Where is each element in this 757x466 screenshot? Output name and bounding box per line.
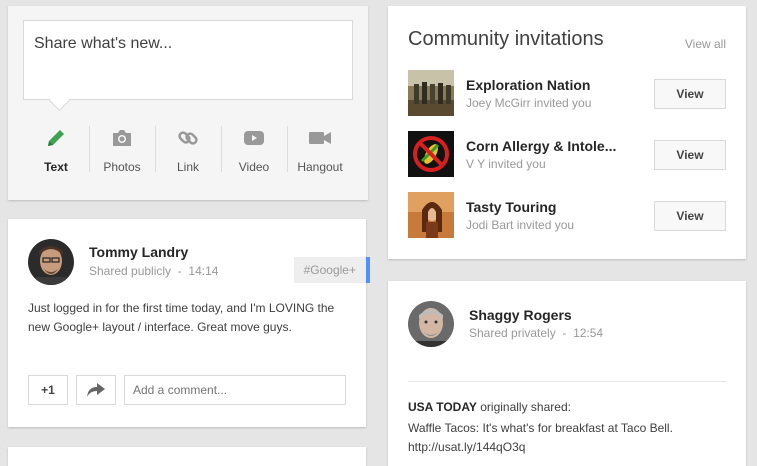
post-meta: Shared privately - 12:54 — [469, 326, 603, 340]
view-community-button[interactable]: View — [654, 140, 726, 170]
community-invitations-title: Community invitations — [408, 28, 604, 50]
share-action-label: Text — [44, 160, 68, 174]
reshare-text: Waffle Tacos: It's what's for breakfast … — [408, 421, 673, 454]
post-divider — [408, 381, 726, 382]
share-actions: Text Photos Link Video Hangout — [23, 124, 353, 176]
hashtag-badge[interactable]: #Google+ — [293, 257, 370, 283]
post-author[interactable]: Tommy Landry — [89, 244, 188, 260]
plus-one-button[interactable]: +1 — [28, 375, 68, 405]
community-item: Exploration Nation Joey McGirr invited y… — [408, 70, 726, 116]
community-thumbnail[interactable] — [408, 192, 454, 238]
post-time[interactable]: 14:14 — [188, 264, 218, 278]
post-time[interactable]: 12:54 — [573, 326, 603, 340]
community-item: Tasty Touring Jodi Bart invited you View — [408, 192, 726, 238]
reshare-source[interactable]: USA TODAY — [408, 400, 477, 414]
post-card: Tommy Landry Shared publicly - 14:14 #Go… — [8, 219, 370, 427]
community-name[interactable]: Exploration Nation — [466, 77, 616, 93]
avatar-photo — [408, 301, 454, 347]
meta-separator: - — [174, 264, 186, 278]
comment-input[interactable] — [124, 375, 346, 405]
post-meta: Shared publicly - 14:14 — [89, 264, 218, 278]
hangout-icon — [309, 132, 331, 144]
community-inviter: Jodi Bart invited you — [466, 218, 575, 232]
community-photo — [408, 70, 454, 116]
share-action-label: Photos — [103, 160, 141, 174]
post-visibility[interactable]: Shared privately — [469, 326, 556, 340]
post-card: Shaggy Rogers Shared privately - 12:54 U… — [388, 281, 746, 466]
community-invitations-card: Community invitations View all Explorati… — [388, 6, 746, 259]
post-text: Just logged in for the first time today,… — [28, 301, 335, 334]
video-icon — [244, 131, 264, 145]
share-action-label: Link — [176, 160, 199, 174]
share-post-button[interactable] — [76, 375, 116, 405]
camera-icon — [113, 130, 131, 146]
share-text-button[interactable]: Text — [23, 124, 89, 176]
meta-separator: - — [559, 326, 570, 340]
view-community-button[interactable]: View — [654, 79, 726, 109]
community-photo — [408, 192, 454, 238]
share-action-label: Hangout — [297, 160, 343, 174]
community-thumbnail[interactable] — [408, 70, 454, 116]
reshare-attribution: USA TODAY originally shared: — [408, 400, 571, 414]
link-icon — [178, 131, 198, 145]
share-input[interactable]: Share what's new... — [23, 20, 353, 100]
share-action-label: Video — [238, 160, 270, 174]
avatar-photo — [28, 239, 74, 285]
community-inviter: V Y invited you — [466, 157, 546, 171]
community-thumbnail[interactable] — [408, 131, 454, 177]
pencil-icon — [48, 130, 64, 146]
share-box: Share what's new... Text Photos Link Vid… — [8, 6, 368, 200]
post-author[interactable]: Shaggy Rogers — [469, 307, 572, 323]
view-all-link[interactable]: View all — [685, 37, 726, 51]
reshare-suffix: originally shared: — [476, 400, 571, 414]
share-photos-button[interactable]: Photos — [89, 124, 155, 176]
community-photo — [408, 131, 454, 177]
avatar[interactable] — [408, 301, 454, 347]
community-name[interactable]: Corn Allergy & Intole... — [466, 138, 616, 154]
community-item: Corn Allergy & Intole... V Y invited you… — [408, 131, 726, 177]
next-post-card — [8, 447, 366, 466]
share-arrow-icon — [87, 383, 105, 397]
share-link-button[interactable]: Link — [155, 124, 221, 176]
community-name[interactable]: Tasty Touring — [466, 199, 616, 215]
share-video-button[interactable]: Video — [221, 124, 287, 176]
post-visibility[interactable]: Shared publicly — [89, 264, 171, 278]
share-hangout-button[interactable]: Hangout — [287, 124, 353, 176]
community-inviter: Joey McGirr invited you — [466, 96, 592, 110]
avatar[interactable] — [28, 239, 74, 285]
view-community-button[interactable]: View — [654, 201, 726, 231]
